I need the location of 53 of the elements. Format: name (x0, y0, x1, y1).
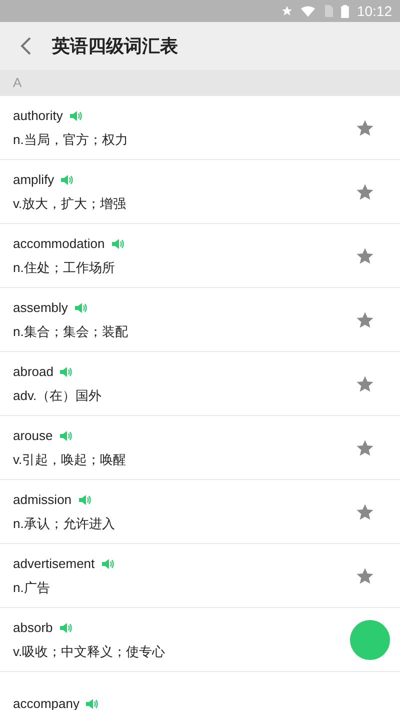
word-row[interactable]: advertisement n.广告 (0, 544, 400, 608)
meaning-text: v.放大，扩大；增强 (13, 194, 128, 212)
star-icon[interactable] (356, 182, 374, 200)
speaker-icon[interactable] (60, 430, 72, 442)
meaning-text: n.承认；允许进入 (13, 514, 116, 532)
word-text: amplify (13, 171, 54, 189)
star-icon[interactable] (356, 310, 374, 328)
word-text: advertisement (13, 555, 95, 573)
speaker-icon[interactable] (78, 494, 91, 506)
word-row[interactable]: arouse v.引起，唤起；唤醒 (0, 416, 400, 480)
word-row[interactable]: assembly n.集合；集会；装配 (0, 288, 400, 352)
word-text: abroad (13, 363, 54, 381)
speaker-icon[interactable] (102, 558, 114, 570)
word-row[interactable]: abroad adv.（在）国外 (0, 352, 400, 416)
star-icon[interactable] (356, 374, 374, 392)
star-icon[interactable] (356, 118, 374, 136)
star-icon[interactable] (356, 566, 374, 584)
speaker-icon[interactable] (60, 366, 72, 378)
status-time: 10:12 (356, 2, 392, 20)
meaning-text: adv.（在）国外 (13, 386, 103, 404)
speaker-icon[interactable] (60, 622, 72, 634)
word-text: arouse (13, 427, 53, 445)
wifi-icon (300, 6, 315, 16)
speaker-icon[interactable] (86, 698, 98, 710)
no-sim-icon (322, 5, 333, 17)
battery-icon (340, 4, 349, 18)
word-row[interactable]: accommodation n.住处；工作场所 (0, 224, 400, 288)
star-icon[interactable] (356, 246, 374, 264)
meaning-text: v.吸收；中文释义；使专心 (13, 642, 166, 660)
word-text: accommodation (13, 235, 105, 253)
meaning-text: n.当局，官方；权力 (13, 130, 129, 148)
meaning-text: n.住处；工作场所 (13, 258, 116, 276)
speaker-icon[interactable] (61, 174, 74, 186)
speaker-icon[interactable] (112, 238, 124, 250)
word-text: assembly (13, 299, 68, 317)
star-icon[interactable] (356, 502, 374, 520)
floating-button[interactable] (350, 620, 390, 660)
word-text: authority (13, 107, 63, 125)
page-title: 英语四级词汇表 (52, 34, 178, 58)
word-row[interactable]: authority n.当局，官方；权力 (0, 96, 400, 160)
word-text: absorb (13, 619, 53, 637)
star-icon (280, 5, 293, 17)
word-text: admission (13, 491, 72, 509)
speaker-icon[interactable] (70, 110, 82, 122)
meaning-text: v.引起，唤起；唤醒 (13, 450, 128, 468)
word-row[interactable]: admission n.承认；允许进入 (0, 480, 400, 544)
meaning-text: n.广告 (13, 578, 51, 596)
star-icon[interactable] (356, 438, 374, 456)
speaker-icon[interactable] (74, 302, 87, 314)
meaning-text: n.集合；集会；装配 (13, 322, 129, 340)
word-row[interactable]: amplify v.放大，扩大；增强 (0, 160, 400, 224)
section-letter: A (13, 74, 22, 92)
back-icon (20, 36, 32, 56)
